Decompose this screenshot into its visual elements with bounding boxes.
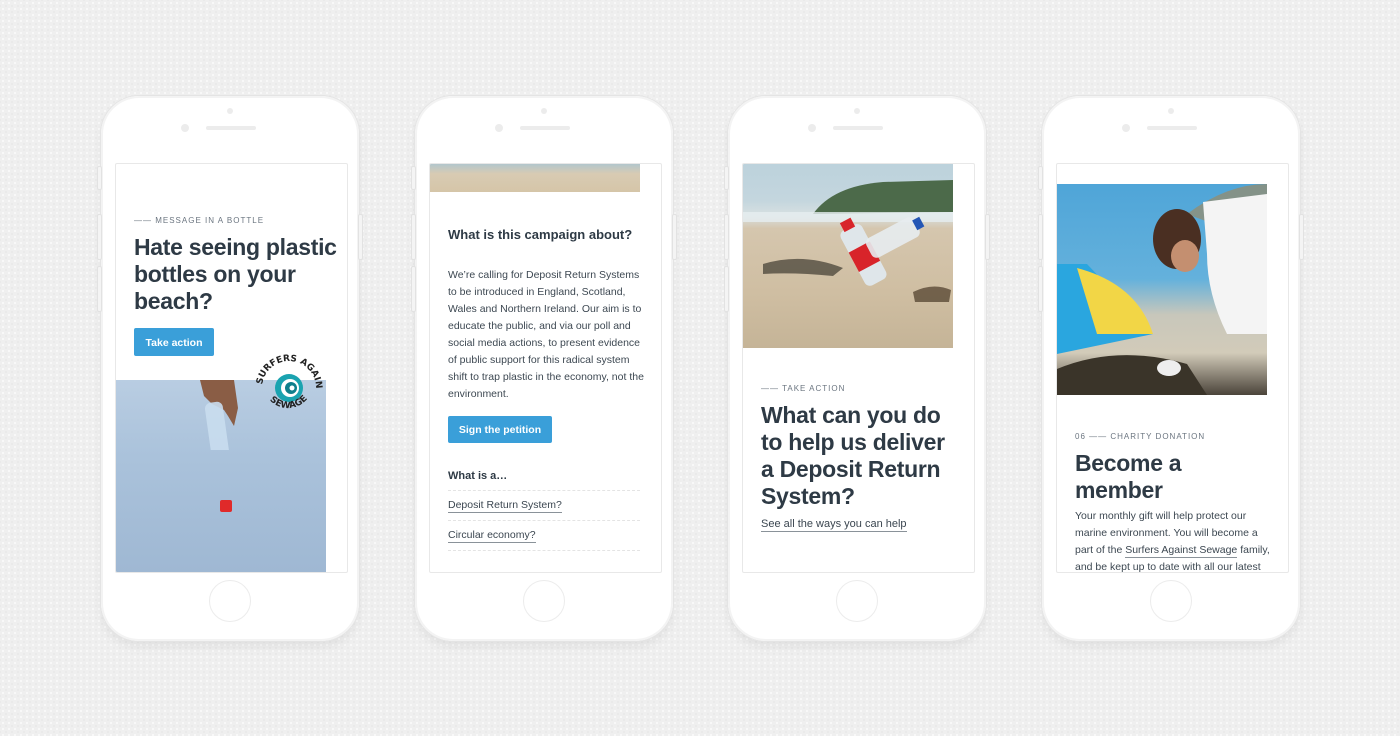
phone-screen: —— MESSAGE IN A BOTTLE Hate seeing plast… — [115, 163, 348, 573]
sign-petition-button[interactable]: Sign the petition — [448, 416, 552, 443]
phone-mockup-2: What is this campaign about? We’re calli… — [411, 96, 677, 641]
mute-switch — [411, 166, 416, 190]
faq-list: Deposit Return System? Circular economy? — [448, 490, 640, 551]
page-title: What can you do to help us deliver a Dep… — [761, 402, 945, 509]
power-button — [985, 214, 990, 260]
speaker-grille — [833, 126, 883, 130]
bottle-cap — [220, 500, 232, 512]
camera-icon — [1168, 108, 1174, 114]
faq-link-circular-economy[interactable]: Circular economy? — [448, 529, 536, 543]
eyebrow-label: —— TAKE ACTION — [761, 384, 846, 393]
mute-switch — [1038, 166, 1043, 190]
power-button — [358, 214, 363, 260]
volume-up-button — [411, 214, 416, 260]
phone-screen: What is this campaign about? We’re calli… — [429, 163, 662, 573]
camera-icon — [541, 108, 547, 114]
eyebrow-label: —— MESSAGE IN A BOTTLE — [134, 216, 265, 225]
mute-switch — [97, 166, 102, 190]
volume-up-button — [724, 214, 729, 260]
mute-switch — [724, 166, 729, 190]
volunteer-image — [1057, 184, 1267, 395]
sensor-icon — [495, 124, 503, 132]
divider — [448, 550, 640, 551]
volume-down-button — [1038, 266, 1043, 312]
take-action-button[interactable]: Take action — [134, 328, 214, 356]
sensor-icon — [1122, 124, 1130, 132]
see-all-ways-link[interactable]: See all the ways you can help — [761, 518, 907, 532]
faq-link-deposit-return[interactable]: Deposit Return System? — [448, 499, 562, 513]
faq-item: Deposit Return System? — [448, 490, 640, 520]
phone-mockup-3: —— TAKE ACTION What can you do to help u… — [724, 96, 990, 641]
page-title: Become a member — [1075, 450, 1182, 503]
volume-up-button — [1038, 214, 1043, 260]
volume-down-button — [97, 266, 102, 312]
beach-clean-illustration — [1057, 184, 1267, 395]
beach-image-strip — [430, 164, 640, 192]
power-button — [1299, 214, 1304, 260]
power-button — [672, 214, 677, 260]
home-button — [209, 580, 251, 622]
sensor-icon — [181, 124, 189, 132]
speaker-grille — [206, 126, 256, 130]
page-title: Hate seeing plastic bottles on your beac… — [134, 234, 337, 314]
hand-bottle-illustration — [200, 380, 238, 450]
phone-mockup-4: 06 —— CHARITY DONATION Become a member Y… — [1038, 96, 1304, 641]
speaker-grille — [1147, 126, 1197, 130]
beach-scene-illustration — [743, 180, 953, 302]
faq-item: Circular economy? — [448, 520, 640, 550]
phone-mockup-1: —— MESSAGE IN A BOTTLE Hate seeing plast… — [97, 96, 363, 641]
help-link-wrapper: See all the ways you can help — [761, 518, 907, 532]
surfers-against-sewage-link[interactable]: Surfers Against Sewage — [1125, 544, 1238, 558]
faq-heading: What is a… — [448, 470, 508, 482]
camera-icon — [854, 108, 860, 114]
volume-down-button — [411, 266, 416, 312]
phone-screen: 06 —— CHARITY DONATION Become a member Y… — [1056, 163, 1289, 573]
phone-screen: —— TAKE ACTION What can you do to help u… — [742, 163, 975, 573]
eyebrow-label: 06 —— CHARITY DONATION — [1075, 432, 1206, 441]
sensor-icon — [808, 124, 816, 132]
section-heading: What is this campaign about? — [448, 227, 633, 242]
volume-up-button — [97, 214, 102, 260]
campaign-description: We’re calling for Deposit Return Systems… — [448, 269, 644, 400]
home-button — [523, 580, 565, 622]
camera-icon — [227, 108, 233, 114]
membership-description: Your monthly gift will help protect our … — [1075, 508, 1271, 572]
home-button — [836, 580, 878, 622]
home-button — [1150, 580, 1192, 622]
volume-down-button — [724, 266, 729, 312]
speaker-grille — [520, 126, 570, 130]
surfers-against-sewage-logo: SURFERS AGAINST SEWAGE — [250, 348, 323, 411]
beach-bottles-image — [743, 164, 953, 348]
